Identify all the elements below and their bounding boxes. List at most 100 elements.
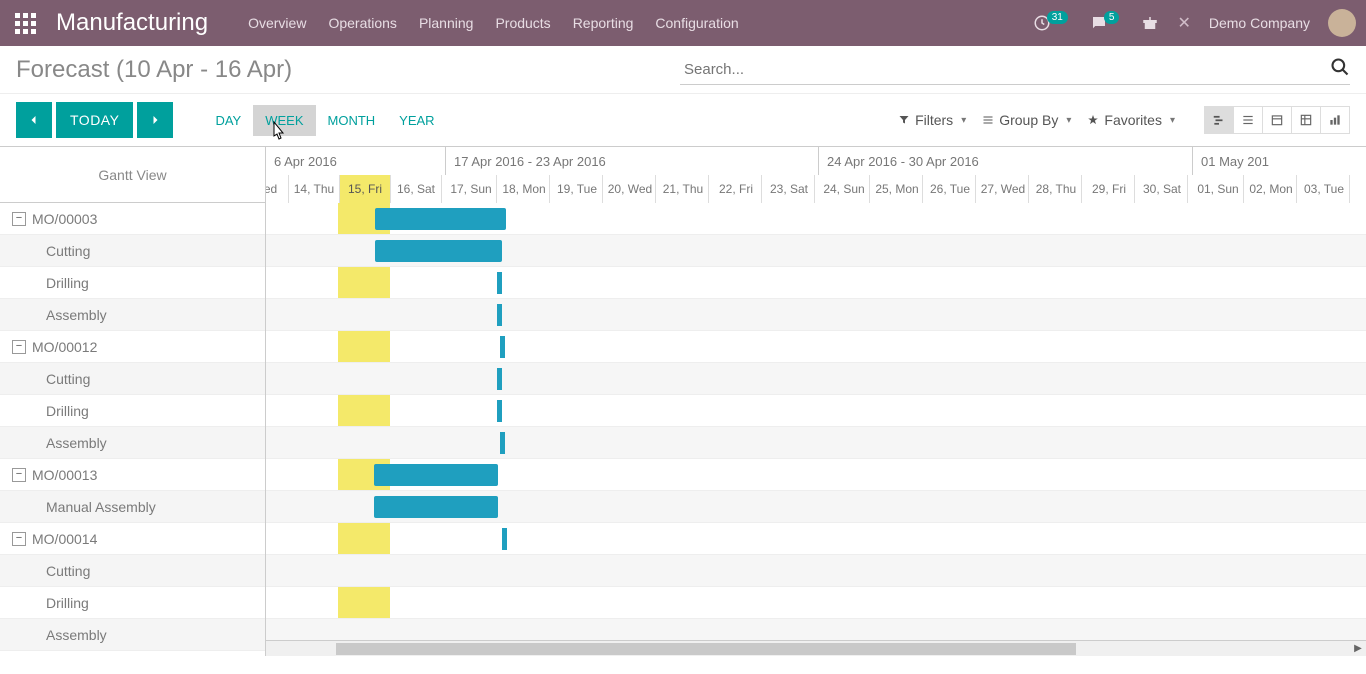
day-header: 22, Fri [711,175,762,203]
search-area [680,55,1350,85]
nav-configuration[interactable]: Configuration [655,15,738,31]
day-header: 0 [1352,175,1366,203]
gantt-grid-row [266,203,1366,235]
gantt-task-row[interactable]: Assembly [0,619,265,651]
gantt-group-row[interactable]: −MO/00014 [0,523,265,555]
gantt-task-row[interactable]: Manual Assembly [0,491,265,523]
day-header: 16, Sat [391,175,442,203]
clock-badge: 31 [1047,11,1068,24]
day-header: 26, Tue [925,175,976,203]
nav-planning[interactable]: Planning [419,15,474,31]
groupby-button[interactable]: Group By [982,112,1071,128]
gantt-task-row[interactable]: Cutting [0,363,265,395]
nav-products[interactable]: Products [495,15,550,31]
close-icon[interactable]: ✕ [1177,13,1190,33]
messages-button[interactable]: 5 [1090,14,1124,32]
scale-day[interactable]: DAY [203,105,253,136]
gantt-bar[interactable] [375,240,502,262]
day-header: 18, Mon [499,175,550,203]
filters-button[interactable]: Filters [898,112,966,128]
gantt-bar[interactable] [375,208,506,230]
collapse-icon[interactable]: − [12,212,26,226]
gantt-bar[interactable] [374,464,498,486]
week-header: 24 Apr 2016 - 30 Apr 2016 [819,147,1193,175]
scale-year[interactable]: YEAR [387,105,446,136]
view-calendar[interactable] [1262,106,1292,134]
day-header: 23, Sat [764,175,815,203]
gantt-tick[interactable] [497,368,502,390]
gantt-bar[interactable] [374,496,498,518]
company-name[interactable]: Demo Company [1209,15,1310,31]
view-switch [1205,106,1350,134]
clock-button[interactable]: 31 [1033,14,1072,32]
collapse-icon[interactable]: − [12,532,26,546]
scale-week[interactable]: WEEK [253,105,315,136]
controls-row: TODAY DAY WEEK MONTH YEAR Filters Group … [0,94,1366,146]
gantt-grid-row [266,267,1366,299]
nav-reporting[interactable]: Reporting [573,15,634,31]
gantt-tick[interactable] [497,272,502,294]
gantt-task-row[interactable]: Drilling [0,267,265,299]
gantt-tick[interactable] [502,528,507,550]
view-pivot[interactable] [1291,106,1321,134]
next-button[interactable] [137,102,173,138]
gantt-task-row[interactable]: Assembly [0,299,265,331]
collapse-icon[interactable]: − [12,468,26,482]
view-graph[interactable] [1320,106,1350,134]
week-header: 01 May 201 [1193,147,1366,175]
view-list[interactable] [1233,106,1263,134]
nav-operations[interactable]: Operations [328,15,396,31]
day-header: 14, Thu [289,175,340,203]
day-header: 20, Wed [605,175,656,203]
gantt-tick[interactable] [497,304,502,326]
gantt-sidebar-title: Gantt View [0,147,265,203]
funnel-icon [898,114,910,126]
gantt-task-row[interactable]: Drilling [0,395,265,427]
day-header: 28, Thu [1031,175,1082,203]
gantt-sidebar: Gantt View −MO/00003CuttingDrillingAssem… [0,147,266,656]
row-label: MO/00003 [32,211,97,227]
nav-overview[interactable]: Overview [248,15,306,31]
gift-icon[interactable] [1141,14,1159,32]
day-header: 21, Thu [658,175,709,203]
day-header: 03, Tue [1299,175,1350,203]
scale-month[interactable]: MONTH [316,105,388,136]
prev-button[interactable] [16,102,52,138]
gantt-task-row[interactable]: Drilling [0,587,265,619]
gantt-group-row[interactable]: −MO/00012 [0,331,265,363]
search-input[interactable] [680,55,1350,84]
gantt-task-row[interactable]: Assembly [0,427,265,459]
day-header: 17, Sun [446,175,497,203]
brand-title: Manufacturing [56,9,208,37]
row-label: Assembly [46,627,107,643]
gantt-tick[interactable] [497,400,502,422]
row-label: Assembly [46,435,107,451]
filters-label: Filters [915,112,953,128]
favorites-button[interactable]: Favorites [1087,112,1175,128]
view-gantt[interactable] [1204,106,1234,134]
apps-icon[interactable] [10,8,40,38]
gantt-tick[interactable] [500,336,505,358]
today-button[interactable]: TODAY [56,102,133,138]
gantt-grid [266,203,1366,656]
groupby-label: Group By [999,112,1058,128]
row-label: Assembly [46,307,107,323]
gantt-group-row[interactable]: −MO/00003 [0,203,265,235]
collapse-icon[interactable]: − [12,340,26,354]
gantt-task-row[interactable]: Cutting [0,555,265,587]
gantt-grid-row [266,587,1366,619]
scale-tabs: DAY WEEK MONTH YEAR [203,105,446,136]
avatar[interactable] [1328,9,1356,37]
gantt-grid-row [266,523,1366,555]
page-title: Forecast (10 Apr - 16 Apr) [16,56,292,84]
subheader: Forecast (10 Apr - 16 Apr) [0,46,1366,94]
scroll-thumb[interactable] [336,643,1076,655]
gantt-tick[interactable] [500,432,505,454]
gantt-timeline[interactable]: 6 Apr 201617 Apr 2016 - 23 Apr 201624 Ap… [266,147,1366,656]
gantt-group-row[interactable]: −MO/00013 [0,459,265,491]
gantt-grid-row [266,555,1366,587]
scroll-right-icon[interactable]: ▶ [1350,643,1366,654]
day-header: 25, Mon [872,175,923,203]
gantt-task-row[interactable]: Cutting [0,235,265,267]
search-icon[interactable] [1330,57,1350,77]
